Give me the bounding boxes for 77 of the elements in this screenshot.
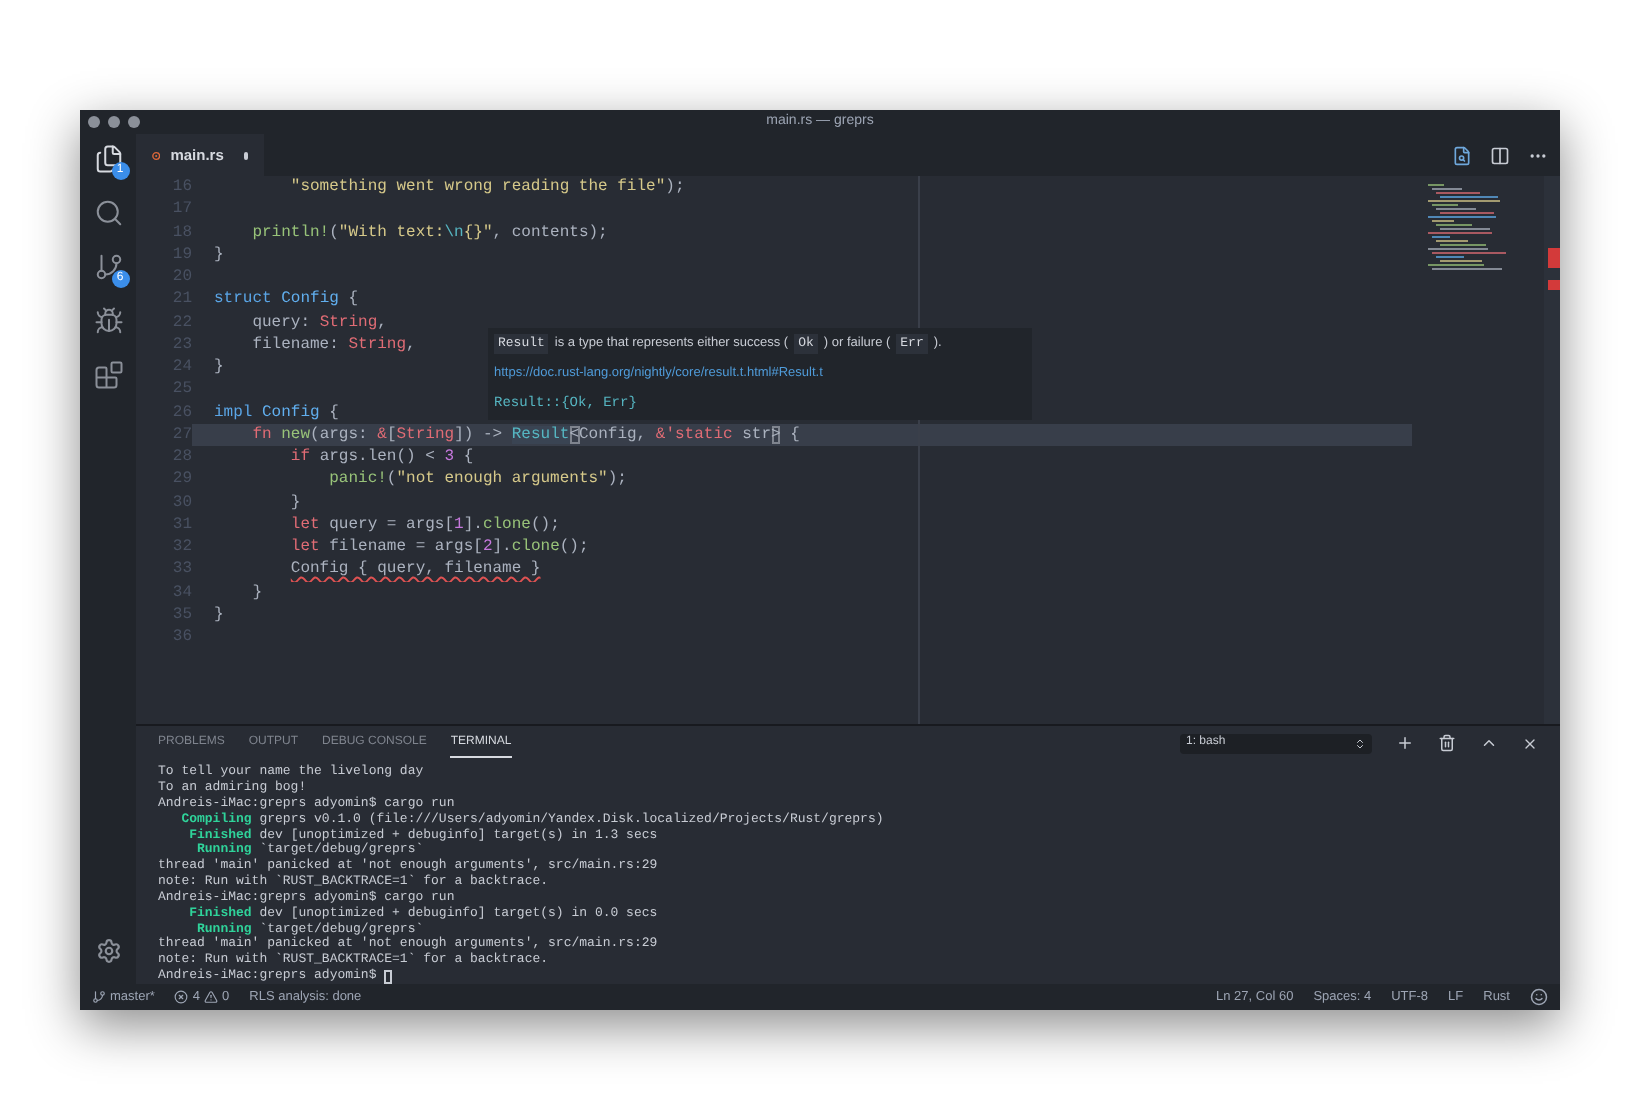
code-token: args.len() <: [317, 448, 437, 466]
source-control-icon[interactable]: [93, 252, 123, 282]
code-token: clone: [511, 538, 560, 556]
code-token: );: [665, 178, 685, 196]
code-token: &'static: [655, 425, 733, 444]
code-token: str: [740, 425, 772, 444]
error-marker: [1548, 248, 1560, 268]
close-icon[interactable]: [1522, 735, 1538, 752]
search-icon[interactable]: [93, 198, 123, 228]
code-token: ,: [377, 313, 387, 331]
bug-icon[interactable]: [93, 306, 123, 336]
code-token: {: [327, 403, 339, 421]
code-token: {: [461, 448, 474, 466]
code-token: }: [214, 605, 224, 624]
code-token: Config: [260, 403, 320, 421]
files-icon[interactable]: [93, 144, 123, 174]
code-token: String: [396, 425, 455, 444]
code-token: ]) ->: [454, 425, 505, 444]
code-token: Config { query, filename }: [290, 560, 541, 579]
branch-icon: [92, 990, 106, 1004]
extensions-icon[interactable]: [93, 360, 123, 390]
code-token: query:: [250, 313, 313, 331]
code-token: impl: [214, 403, 253, 421]
code-token: let: [288, 515, 320, 534]
code-token: fn: [250, 425, 272, 444]
code-token: (: [386, 470, 397, 489]
code-token: "not enough arguments": [396, 470, 608, 489]
smiley-icon[interactable]: [1530, 988, 1548, 1006]
warning-icon: [204, 990, 219, 1004]
code-token: panic!: [327, 470, 387, 489]
code-token: query = args[: [327, 515, 455, 534]
code-token: ();: [530, 515, 560, 534]
new-terminal-icon[interactable]: [1396, 734, 1414, 753]
code-token: );: [607, 470, 627, 489]
code-token: [: [386, 425, 397, 444]
code-token: 2: [482, 538, 493, 556]
code-token: ].: [492, 538, 512, 556]
code-token: struct: [214, 290, 272, 309]
code-token: >: [771, 425, 781, 444]
code-token: clone: [482, 515, 531, 534]
error-marker: [1548, 280, 1560, 290]
rust-file-icon: [152, 147, 161, 163]
error-icon: [174, 990, 189, 1004]
code-token: let: [288, 538, 320, 556]
code-token: filename:: [250, 335, 341, 354]
code-token: {}": [463, 223, 493, 241]
code-token: ,: [406, 335, 416, 354]
code-token: if: [288, 448, 311, 466]
code-token: }: [250, 583, 263, 601]
code-token: "something went wrong reading the file": [288, 178, 666, 196]
code-token: }: [214, 245, 224, 264]
settings-icon[interactable]: [95, 938, 121, 964]
code-token: (: [329, 223, 339, 241]
code-token: }: [288, 493, 301, 511]
code-token: println!: [250, 223, 330, 241]
code-token: Config: [279, 290, 339, 309]
code-token: 3: [444, 448, 455, 466]
trash-icon[interactable]: [1438, 734, 1456, 753]
code-token: , contents);: [492, 223, 608, 241]
preview-search-icon[interactable]: [1452, 145, 1472, 165]
code-token: filename = args[: [327, 538, 483, 556]
code-token: }: [214, 358, 224, 376]
code-token: \n: [444, 223, 464, 241]
code-token: &: [377, 425, 387, 444]
code-token: String: [348, 335, 407, 354]
code-token: (args:: [310, 425, 370, 444]
code-token: Result: [511, 425, 570, 444]
code-token: ].: [463, 515, 483, 534]
code-token: {: [788, 425, 800, 444]
code-token: new: [279, 425, 311, 444]
code-token: Config,: [579, 425, 649, 444]
code-token: ();: [559, 538, 589, 556]
code-token: {: [346, 290, 359, 309]
split-editor-icon[interactable]: [1490, 145, 1510, 165]
code-token: 1: [454, 515, 464, 534]
code-token: "With text:: [338, 223, 445, 241]
code-token: String: [319, 313, 378, 331]
